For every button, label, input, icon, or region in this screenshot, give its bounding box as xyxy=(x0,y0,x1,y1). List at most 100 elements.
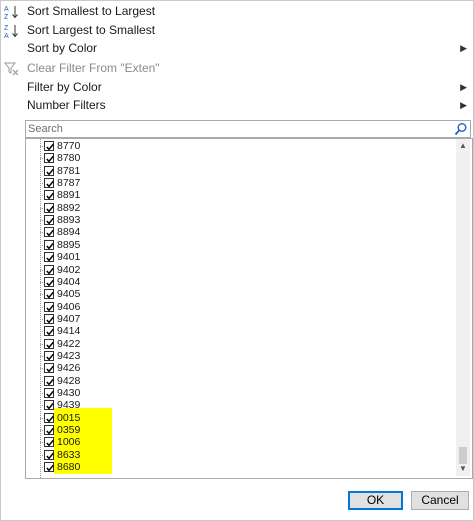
checkmark-icon xyxy=(46,156,54,163)
vertical-scrollbar[interactable]: ▲ ▼ xyxy=(456,139,470,476)
list-item[interactable]: 9439 xyxy=(26,399,456,411)
menu-sort-largest-to-smallest[interactable]: Z A Sort Largest to Smallest xyxy=(1,21,473,40)
list-item-label: 9439 xyxy=(57,399,81,412)
list-item[interactable]: 1006 xyxy=(26,436,456,448)
checkbox[interactable] xyxy=(44,449,54,460)
list-item[interactable]: 9404 xyxy=(26,276,456,288)
list-item-label: 0359 xyxy=(57,424,81,437)
checkmark-icon xyxy=(46,205,54,213)
list-item-label: 9401 xyxy=(57,251,81,264)
menu-sort-by-color[interactable]: Sort by Color ▶ xyxy=(1,39,473,58)
checkbox[interactable] xyxy=(44,276,54,287)
checkmark-icon xyxy=(46,279,54,287)
menu-clear-filter: Clear Filter From "Exten" xyxy=(1,59,473,78)
checkbox[interactable] xyxy=(44,388,54,398)
list-item[interactable]: 9406 xyxy=(26,301,456,313)
checkbox[interactable] xyxy=(44,462,54,473)
list-item-label: 1006 xyxy=(57,436,81,449)
search-input[interactable] xyxy=(28,121,448,137)
menu-filter-by-color[interactable]: Filter by Color ▶ xyxy=(1,78,473,97)
autofilter-dropdown: A Z Sort Smallest to Largest Z A Sort La… xyxy=(0,0,474,521)
ok-button[interactable]: OK xyxy=(348,491,403,510)
checkbox[interactable] xyxy=(44,338,54,349)
list-item[interactable]: 8892 xyxy=(26,202,456,214)
checkbox[interactable] xyxy=(44,227,54,238)
list-item[interactable]: 9423 xyxy=(26,350,456,362)
checkmark-icon xyxy=(46,440,54,447)
checkbox[interactable] xyxy=(44,437,54,448)
checkbox[interactable] xyxy=(44,141,54,151)
list-item-label: 9422 xyxy=(57,337,81,350)
checkbox[interactable] xyxy=(44,289,54,300)
menu-sort-smallest-to-largest[interactable]: A Z Sort Smallest to Largest xyxy=(1,2,473,21)
list-item[interactable]: 9401 xyxy=(26,251,456,263)
checkbox[interactable] xyxy=(44,326,54,337)
checkbox[interactable] xyxy=(44,350,54,361)
checkmark-icon xyxy=(46,143,54,151)
checkmark-icon xyxy=(46,217,54,225)
checkmark-icon xyxy=(46,403,54,410)
checkbox[interactable] xyxy=(44,215,54,226)
list-item-label: 9430 xyxy=(57,387,81,399)
list-item-label: 8893 xyxy=(57,214,81,227)
list-item[interactable]: 9407 xyxy=(26,313,456,325)
list-item-label: 8633 xyxy=(57,448,81,461)
checkmark-icon xyxy=(46,378,54,386)
checkbox[interactable] xyxy=(44,165,54,176)
menu-label: Number Filters xyxy=(27,98,106,112)
checkbox[interactable] xyxy=(44,301,54,312)
list-item[interactable]: 8781 xyxy=(26,165,456,177)
checkbox[interactable] xyxy=(44,252,54,263)
list-item[interactable]: 9426 xyxy=(26,362,456,374)
cancel-button[interactable]: Cancel xyxy=(411,491,469,510)
list-item[interactable]: 8894 xyxy=(26,226,456,238)
list-item[interactable]: 9422 xyxy=(26,338,456,350)
list-item[interactable]: 8891 xyxy=(26,189,456,201)
list-item[interactable]: 8633 xyxy=(26,449,456,461)
checkbox[interactable] xyxy=(44,425,54,436)
filter-value-list[interactable]: 8770 8780 8781 8787 8891 8892 8893 8894 8895 9401… xyxy=(25,138,473,479)
checkbox[interactable] xyxy=(44,239,54,250)
list-item[interactable]: 8787 xyxy=(26,177,456,189)
checkbox[interactable] xyxy=(44,264,54,275)
clear-filter-icon xyxy=(4,62,19,76)
checkbox[interactable] xyxy=(44,190,54,201)
scroll-up-icon[interactable]: ▲ xyxy=(456,139,470,153)
checkbox[interactable] xyxy=(44,178,54,189)
list-item[interactable]: 0359 xyxy=(26,424,456,436)
list-item[interactable]: 9430 xyxy=(26,387,456,399)
checkbox[interactable] xyxy=(44,412,54,423)
list-item-label: 9428 xyxy=(57,374,81,387)
checkbox[interactable] xyxy=(44,153,54,164)
list-item[interactable]: 8895 xyxy=(26,239,456,251)
checkbox[interactable] xyxy=(44,202,54,213)
list-item[interactable]: 8780 xyxy=(26,152,456,164)
checkmark-icon xyxy=(46,267,54,275)
list-item[interactable]: 8893 xyxy=(26,214,456,226)
list-item-label: 9414 xyxy=(57,325,81,338)
list-item[interactable]: 9405 xyxy=(26,288,456,300)
checkbox[interactable] xyxy=(44,363,54,374)
checkbox[interactable] xyxy=(44,375,54,386)
list-item[interactable]: 8680 xyxy=(26,461,456,473)
list-item-label: 8781 xyxy=(57,164,81,177)
search-box xyxy=(25,120,471,138)
checkmark-icon xyxy=(46,304,54,312)
checkbox[interactable] xyxy=(44,313,54,324)
checkmark-icon xyxy=(46,230,54,237)
list-item[interactable]: 9414 xyxy=(26,325,456,337)
magnifier-icon[interactable] xyxy=(454,122,468,136)
list-item[interactable]: 9428 xyxy=(26,375,456,387)
list-item[interactable]: 8770 xyxy=(26,140,456,152)
checkmark-icon xyxy=(46,328,54,336)
menu-label: Filter by Color xyxy=(27,80,102,94)
list-item[interactable]: 9402 xyxy=(26,264,456,276)
checkmark-icon xyxy=(46,316,54,324)
scroll-down-icon[interactable]: ▼ xyxy=(456,462,470,476)
checkbox[interactable] xyxy=(44,400,54,411)
menu-number-filters[interactable]: Number Filters ▶ xyxy=(1,96,473,115)
list-item[interactable]: 0015 xyxy=(26,412,456,424)
svg-text:Z: Z xyxy=(4,25,9,32)
sort-descending-icon: Z A xyxy=(4,25,18,39)
list-item-label: 9405 xyxy=(57,288,81,301)
